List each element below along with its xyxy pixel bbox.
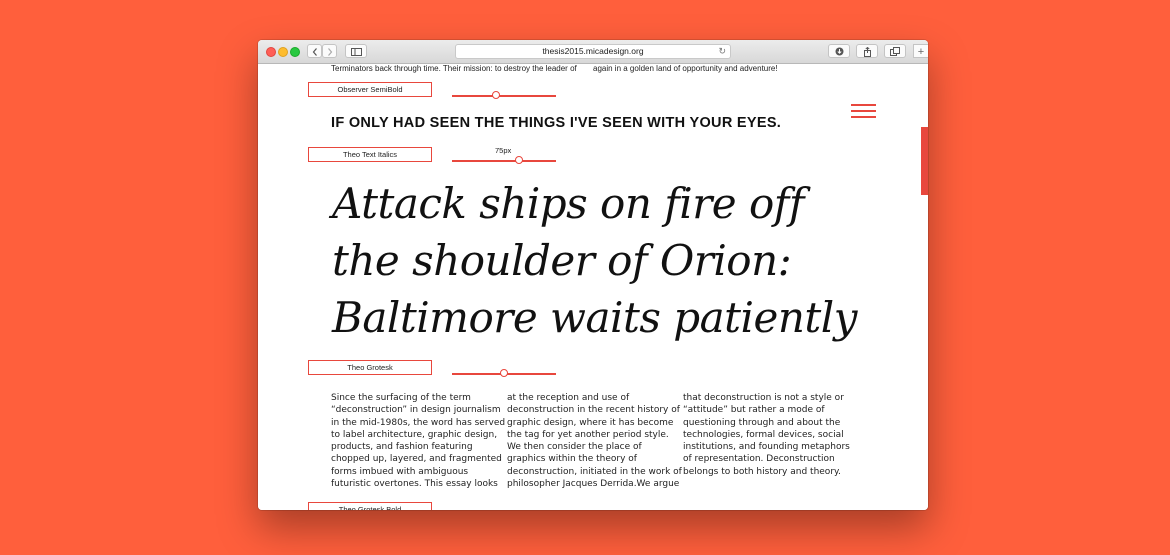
body-line: that deconstruction is not a style or	[683, 393, 844, 403]
body-line: to label architecture, graphic design,	[331, 429, 498, 440]
top-text-right: again in a golden land of opportunity an…	[593, 64, 778, 73]
body-column-2: at the reception and use of deconstructi…	[507, 392, 682, 490]
specimen-headline: IF ONLY HAD SEEN THE THINGS I'VE SEEN WI…	[331, 115, 782, 131]
body-line: futuristic overtones. This essay looks	[331, 479, 498, 490]
reload-icon[interactable]: ↻	[718, 45, 726, 58]
url-text: thesis2015.micadesign.org	[542, 46, 644, 56]
size-slider-1[interactable]	[452, 91, 556, 99]
download-icon	[835, 47, 843, 56]
slider-value: 75px	[495, 146, 512, 155]
body-line: deconstruction, initiated in the work of	[507, 466, 682, 477]
hamburger-menu-icon[interactable]	[851, 104, 876, 118]
body-line: forms imbued with ambiguous	[331, 466, 469, 477]
slider-knob[interactable]	[514, 156, 523, 164]
minimize-window-button[interactable]	[278, 47, 288, 57]
browser-toolbar: thesis2015.micadesign.org ↻ +	[258, 40, 928, 64]
body-line: questioning through and about the	[683, 417, 841, 428]
font-label-theo-grotesk-bold[interactable]: Theo Grotesk Bold	[308, 502, 432, 510]
tabs-icon	[890, 47, 900, 56]
top-text-left: Terminators back through time. Their mis…	[331, 64, 577, 73]
slider-knob[interactable]	[500, 369, 508, 377]
tabs-button[interactable]	[884, 44, 906, 58]
size-slider-3[interactable]	[452, 369, 556, 377]
new-tab-button[interactable]: +	[913, 44, 928, 58]
font-label-theo-grotesk[interactable]: Theo Grotesk	[308, 360, 432, 375]
chevron-left-icon	[312, 48, 317, 56]
body-line: institutions, and founding metaphors	[683, 442, 850, 453]
body-line: philosopher Jacques Derrida.We argue	[507, 479, 680, 490]
chevron-right-icon	[327, 48, 332, 56]
sidebar-button[interactable]	[345, 44, 367, 58]
address-bar[interactable]: thesis2015.micadesign.org ↻	[455, 44, 731, 59]
body-line: Since the surfacing of the term	[331, 393, 471, 403]
body-line: of representation. Deconstruction	[683, 454, 835, 465]
body-line: belongs to both history and theory.	[683, 466, 841, 477]
forward-button[interactable]	[322, 44, 337, 58]
back-button[interactable]	[307, 44, 322, 58]
plus-icon: +	[917, 46, 925, 58]
body-line: deconstruction in the recent history of	[507, 405, 680, 416]
display-line: the shoulder of Orion:	[332, 236, 792, 285]
body-column-1: Since the surfacing of the term “deconst…	[331, 392, 506, 490]
zoom-window-button[interactable]	[290, 47, 300, 57]
page-content: Terminators back through time. Their mis…	[258, 64, 928, 510]
body-line: at the reception and use of	[507, 393, 630, 403]
share-icon	[863, 46, 871, 57]
body-line: in the mid-1980s, the word has served	[331, 417, 506, 428]
body-line: chopped up, layered, and fragmented	[331, 454, 502, 465]
sidebar-icon	[350, 48, 362, 56]
scrollbar-thumb[interactable]	[921, 127, 928, 195]
font-label-observer-semibold[interactable]: Observer SemiBold	[308, 82, 432, 97]
close-window-button[interactable]	[266, 47, 276, 57]
body-column-3: that deconstruction is not a style or “a…	[683, 392, 850, 478]
body-line: graphic design, where it has become	[507, 417, 674, 428]
browser-window: thesis2015.micadesign.org ↻ + Terminator…	[258, 40, 928, 510]
body-line: “attitude” but rather a mode of	[683, 405, 825, 416]
display-specimen-text: Attack ships on fire off the shoulder of…	[332, 175, 872, 346]
download-button[interactable]	[828, 44, 850, 58]
body-line: technologies, formal devices, social	[683, 429, 844, 440]
body-line: products, and fashion featuring	[331, 442, 473, 453]
slider-knob[interactable]	[491, 91, 500, 99]
body-line: “deconstruction” in design journalism	[331, 405, 501, 416]
size-slider-2[interactable]	[452, 156, 556, 164]
share-button[interactable]	[856, 44, 878, 58]
font-label-theo-text-italics[interactable]: Theo Text Italics	[308, 147, 432, 162]
body-line: graphics within the theory of	[507, 454, 637, 465]
body-line: the tag for yet another period style.	[507, 429, 669, 440]
display-line: Baltimore waits patiently	[332, 293, 857, 342]
body-line: We then consider the place of	[507, 442, 642, 453]
display-line: Attack ships on fire off	[332, 179, 804, 228]
